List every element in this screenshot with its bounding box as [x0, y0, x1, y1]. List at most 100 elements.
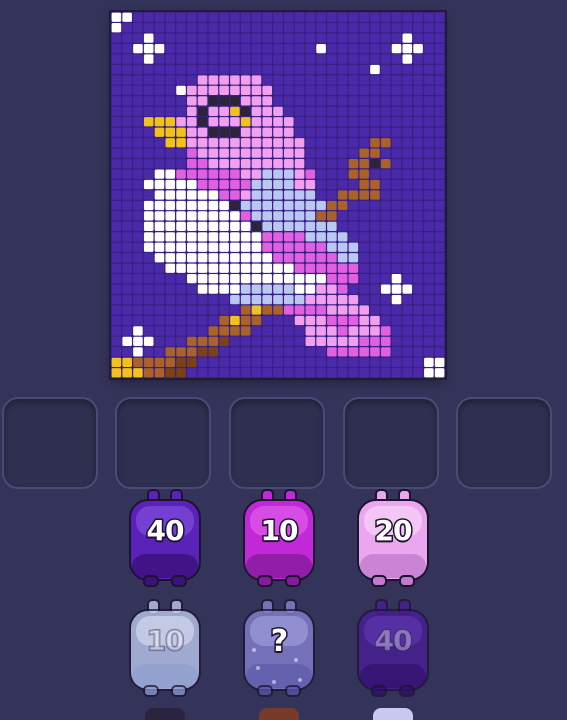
pixel	[197, 159, 208, 169]
pixel	[111, 232, 122, 242]
pixel	[176, 242, 186, 252]
pixel	[305, 96, 316, 106]
pixel	[197, 221, 208, 231]
pixel	[273, 294, 283, 305]
pixel	[316, 159, 326, 169]
pixel	[273, 148, 283, 158]
pixel	[380, 347, 391, 357]
empty-slot-5[interactable]	[456, 397, 552, 489]
paint-jar-4[interactable]: 10	[126, 598, 204, 702]
pixel	[424, 127, 434, 137]
pixel	[348, 315, 359, 326]
pixel	[122, 179, 132, 190]
pixel	[154, 221, 165, 231]
pixel	[176, 148, 186, 158]
pixel	[337, 284, 348, 294]
jar-shade	[360, 554, 426, 578]
pixel	[337, 232, 348, 242]
pixel	[251, 211, 262, 221]
pixel	[251, 253, 262, 263]
pixel	[208, 127, 219, 137]
pixel	[434, 169, 445, 179]
empty-slot-4[interactable]	[343, 397, 439, 489]
pixel	[316, 253, 326, 263]
pixel	[370, 274, 380, 284]
pixel	[208, 138, 219, 148]
paint-jar-3[interactable]: 20	[354, 488, 432, 592]
empty-slot-1[interactable]	[2, 397, 98, 489]
pixel	[133, 64, 143, 75]
pixel	[359, 96, 369, 106]
pixel	[424, 117, 434, 127]
pixel	[305, 305, 316, 315]
pixel	[262, 357, 273, 367]
pixel	[348, 357, 359, 367]
pixel	[305, 169, 316, 179]
pixel	[370, 284, 380, 294]
pixel	[197, 12, 208, 22]
pixel	[219, 357, 229, 367]
pixel	[348, 96, 359, 106]
pixel	[294, 211, 305, 221]
pixel	[143, 159, 154, 169]
pixel	[402, 211, 413, 221]
pixel	[327, 232, 337, 242]
pixel	[283, 263, 294, 273]
pixel	[111, 85, 122, 96]
paint-jar-2[interactable]: 10	[240, 488, 318, 592]
pixel	[337, 242, 348, 252]
pixel	[305, 33, 316, 43]
pixel	[143, 274, 154, 284]
pixel	[230, 179, 240, 190]
pixel	[327, 43, 337, 54]
pixel	[402, 294, 413, 305]
pixel	[337, 159, 348, 169]
pixel	[187, 54, 197, 64]
empty-slot-2[interactable]	[115, 397, 211, 489]
pixel	[316, 326, 326, 336]
pixel	[305, 211, 316, 221]
pixel	[294, 253, 305, 263]
pixel	[219, 117, 229, 127]
pixel	[294, 12, 305, 22]
pixel	[122, 43, 132, 54]
jar-shade	[132, 554, 198, 578]
pixel	[208, 117, 219, 127]
pixel	[327, 33, 337, 43]
paint-jar-6[interactable]: 40	[354, 598, 432, 702]
pixel	[122, 159, 132, 169]
pixel	[240, 23, 251, 33]
pixel	[327, 305, 337, 315]
paint-jar-mystery[interactable]: ?	[240, 598, 318, 702]
pixel	[316, 263, 326, 273]
pixel	[230, 64, 240, 75]
paint-jar-1[interactable]: 40	[126, 488, 204, 592]
pixel	[391, 221, 402, 231]
empty-slot-3[interactable]	[229, 397, 325, 489]
pixel	[305, 12, 316, 22]
pixel	[294, 357, 305, 367]
pixel	[165, 179, 176, 190]
pixel	[143, 54, 154, 64]
pixel	[154, 85, 165, 96]
pixel	[316, 368, 326, 378]
pixel	[413, 200, 423, 211]
pixel	[154, 117, 165, 127]
pixel	[348, 305, 359, 315]
pixel	[380, 85, 391, 96]
pixel	[359, 138, 369, 148]
pixel	[424, 23, 434, 33]
pixel	[251, 232, 262, 242]
pixel	[197, 64, 208, 75]
pixel	[273, 263, 283, 273]
pixel	[316, 43, 326, 54]
pixel	[294, 127, 305, 137]
pixel	[380, 200, 391, 211]
pixel	[391, 138, 402, 148]
pixel	[316, 200, 326, 211]
pixel	[240, 138, 251, 148]
pixel	[262, 148, 273, 158]
pixel	[165, 305, 176, 315]
jar-shade	[246, 664, 312, 688]
pixel	[273, 169, 283, 179]
